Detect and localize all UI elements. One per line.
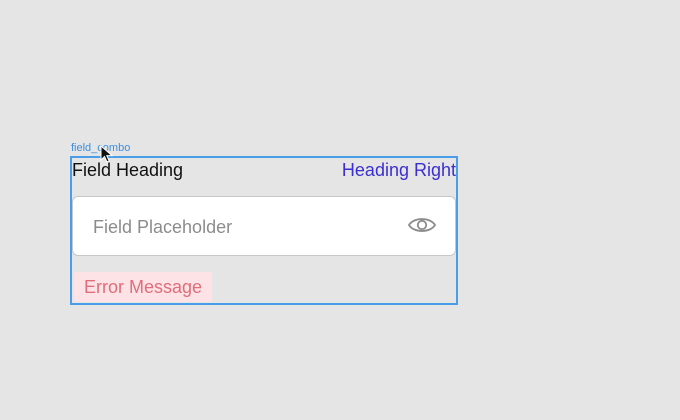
mouse-cursor-icon: [100, 144, 114, 163]
field-placeholder: Field Placeholder: [93, 217, 233, 237]
field-heading: Field Heading: [72, 160, 184, 180]
error-message: Error Message: [74, 272, 213, 302]
heading-right-link[interactable]: Heading Right: [342, 159, 456, 181]
design-canvas: field_combo Field Heading Heading Right …: [0, 0, 680, 420]
field-heading-row: Field Heading Heading Right: [72, 158, 456, 182]
field-combo-frame[interactable]: Field Heading Heading Right Field Placeh…: [70, 156, 458, 305]
eye-icon[interactable]: [407, 214, 437, 236]
field-input[interactable]: Field Placeholder: [72, 196, 456, 256]
